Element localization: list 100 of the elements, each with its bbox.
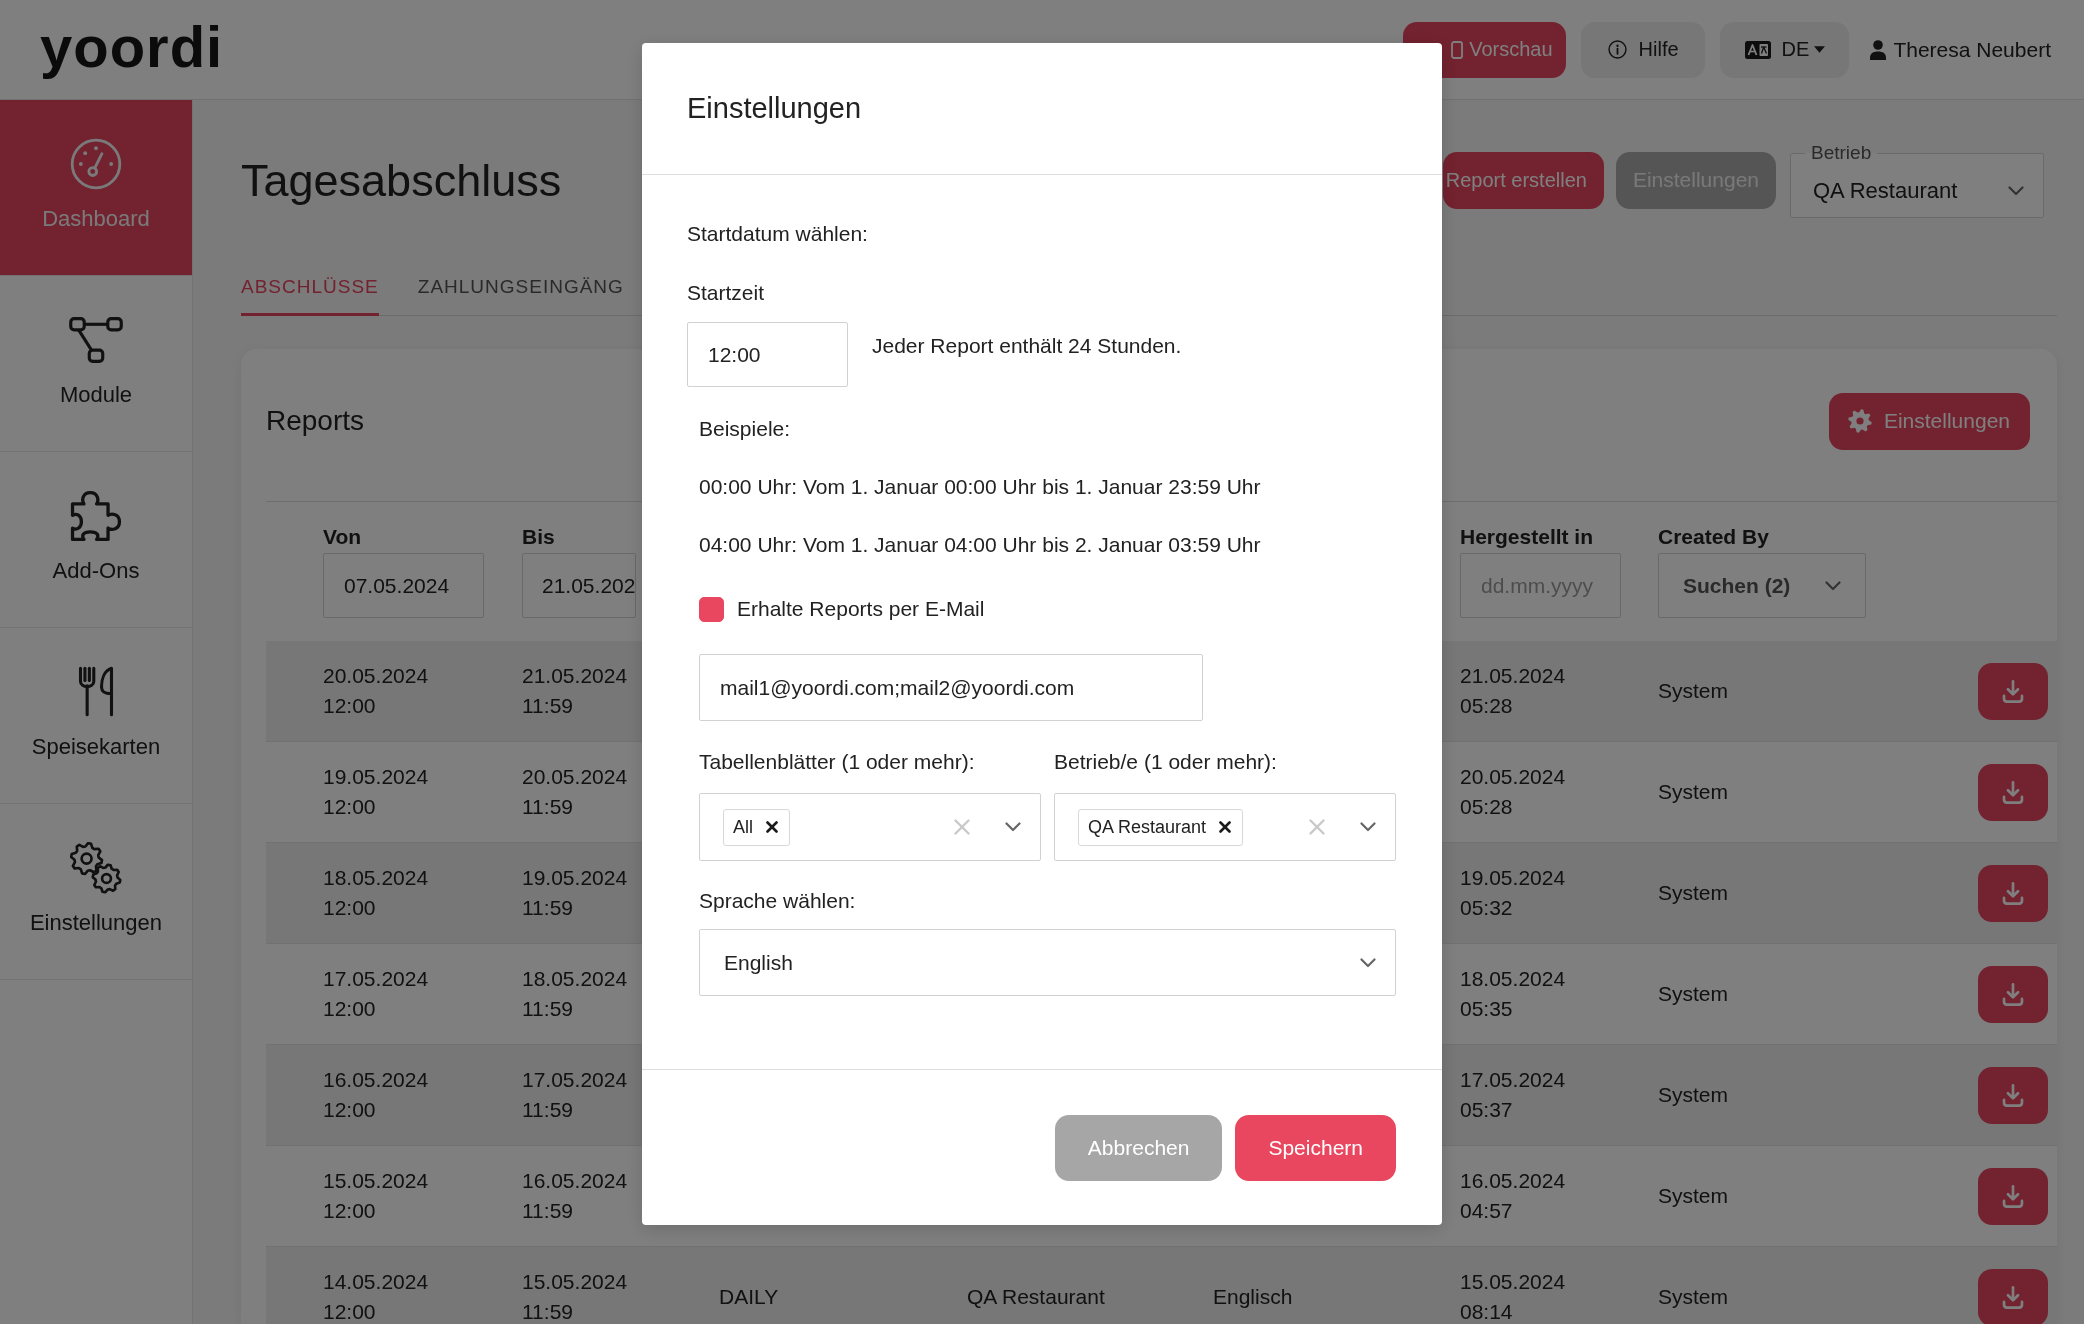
sidebar-item[interactable]: Dashboard [0, 100, 192, 276]
businesses-select[interactable]: QA Restaurant [1054, 793, 1396, 861]
field-label: Sprache wählen: [699, 888, 857, 914]
tab[interactable]: ABSCHLÜSSE [241, 275, 379, 316]
table-cell-text: System [1658, 880, 1729, 906]
table-cell-text: 18.05.2024 05:35 [1460, 966, 1566, 1022]
table-cell-text: 20.05.2024 11:59 [522, 764, 628, 820]
field-label: Tabellenblätter (1 oder mehr): [699, 749, 976, 775]
table-cell-text: 19.05.2024 12:00 [323, 764, 429, 820]
table-cell-text: Englisch [1213, 1284, 1294, 1310]
table-cell-text: 20.05.2024 05:28 [1460, 764, 1566, 820]
dialog-title: Einstellungen [687, 92, 862, 125]
example-text: 04:00 Uhr: Vom 1. Januar 04:00 Uhr bis 2. Januar 03:59 Uhr [699, 532, 1262, 558]
table-cell-text: 18.05.2024 12:00 [323, 865, 429, 921]
table-cell-text: 17.05.2024 12:00 [323, 966, 429, 1022]
section-label: Startdatum wählen: [687, 221, 869, 247]
remove-icon[interactable] [1219, 821, 1232, 833]
tag-label: All [733, 816, 753, 838]
save-button[interactable]: Speichern [1235, 1115, 1396, 1181]
download-icon [2002, 1083, 2024, 1107]
column-heading: Hergestellt in [1460, 524, 1594, 549]
page-title: Tagesabschluss [241, 153, 562, 208]
example-text: 00:00 Uhr: Vom 1. Januar 00:00 Uhr bis 1. Januar 23:59 Uhr [699, 474, 1262, 500]
table-cell-text: 19.05.2024 05:32 [1460, 865, 1566, 921]
date-filter-input[interactable]: 21.05.202 [522, 553, 636, 618]
chevron-down-icon[interactable] [1825, 580, 1841, 591]
table-cell-text: 16.05.2024 04:57 [1460, 1168, 1566, 1224]
gears-icon [70, 842, 122, 894]
table-cell-text: DAILY [719, 1284, 780, 1310]
sidebar-item[interactable]: Einstellungen [0, 804, 192, 980]
date-filter-input[interactable]: 07.05.2024 [323, 553, 484, 618]
column-heading: Created By [1658, 524, 1769, 549]
user-icon [1870, 39, 1887, 60]
nodes-icon [69, 317, 123, 363]
table-cell-text: System [1658, 1183, 1729, 1209]
chevron-down-icon[interactable] [2008, 185, 2024, 196]
tab[interactable]: ZAHLUNGSEINGÄNG [417, 275, 624, 316]
table-cell-text: System [1658, 1082, 1729, 1108]
business-select[interactable]: QA Restaurant [1791, 164, 2043, 217]
create-report-button[interactable]: Report erstellen [1442, 151, 1604, 209]
download-icon [2002, 1285, 2024, 1309]
download-button[interactable] [1978, 965, 2048, 1023]
table-cell-text: 15.05.2024 11:59 [522, 1269, 628, 1324]
download-button[interactable] [1978, 1066, 2048, 1124]
table-cell-text: 17.05.2024 05:37 [1460, 1067, 1566, 1123]
settings-button[interactable]: Einstellungen [1828, 392, 2030, 450]
download-icon [2002, 679, 2024, 703]
chevron-down-icon[interactable] [1360, 822, 1376, 832]
device-icon [1451, 40, 1464, 59]
download-button[interactable] [1978, 662, 2048, 720]
table-cell-text: 19.05.2024 11:59 [522, 865, 628, 921]
table-cell-text: 20.05.2024 12:00 [323, 663, 429, 719]
table-cell-text: 15.05.2024 08:14 [1460, 1269, 1566, 1324]
sidebar-item[interactable]: Module [0, 276, 192, 452]
download-icon [2002, 982, 2024, 1006]
remove-icon[interactable] [766, 821, 778, 833]
download-icon [2002, 881, 2024, 905]
checkbox-label: Erhalte Reports per E-Mail [737, 596, 985, 622]
table-cell-text: 21.05.2024 05:28 [1460, 663, 1566, 719]
clear-icon[interactable] [954, 819, 970, 835]
table-cell-text: 16.05.2024 12:00 [323, 1067, 429, 1123]
table-cell-text: System [1658, 779, 1729, 805]
cutlery-icon [77, 666, 115, 718]
download-button[interactable] [1978, 864, 2048, 922]
table-cell-text: 21.05.2024 11:59 [522, 663, 628, 719]
info-icon [1607, 40, 1627, 59]
language-menu[interactable]: DE [1719, 21, 1850, 78]
sheets-select[interactable]: All [699, 793, 1041, 861]
table-cell-text: 15.05.2024 12:00 [323, 1168, 429, 1224]
download-icon [2002, 1184, 2024, 1208]
clear-icon[interactable] [1309, 819, 1325, 835]
column-heading: Bis [522, 524, 555, 549]
filter-select[interactable]: Suchen (2) [1658, 553, 1866, 618]
chevron-down-icon[interactable] [1005, 822, 1021, 832]
download-icon [2002, 780, 2024, 804]
table-cell-text: 17.05.2024 11:59 [522, 1067, 628, 1123]
table-cell-text: System [1658, 1284, 1729, 1310]
puzzle-icon [70, 490, 122, 542]
examples-heading: Beispiele: [699, 416, 792, 442]
sidebar-item[interactable]: Add-Ons [0, 452, 192, 628]
user-name[interactable]: Theresa Neubert [1893, 37, 2051, 62]
table-cell-text: 18.05.2024 11:59 [522, 966, 628, 1022]
tag-label: QA Restaurant [1088, 816, 1207, 838]
sidebar-item[interactable]: Speisekarten [0, 628, 192, 804]
column-heading: Von [323, 524, 362, 549]
chevron-down-icon[interactable] [1360, 957, 1376, 968]
language-select[interactable]: English [699, 929, 1396, 996]
caret-icon [1814, 46, 1826, 53]
table-cell-text: 16.05.2024 11:59 [522, 1168, 628, 1224]
checkbox[interactable] [699, 596, 724, 622]
field-label: Startzeit [687, 280, 766, 306]
help-button[interactable]: Hilfe [1580, 21, 1705, 78]
download-button[interactable] [1978, 1167, 2048, 1225]
cancel-button[interactable]: Abbrechen [1054, 1115, 1223, 1181]
time-input[interactable]: 12:00 [687, 322, 848, 387]
email-input[interactable]: mail1@yoordi.com;mail2@yoordi.com [699, 654, 1203, 721]
field-label: Betrieb/e (1 oder mehr): [1054, 749, 1278, 775]
download-button[interactable] [1978, 1268, 2048, 1324]
card-title: Reports [266, 405, 365, 437]
download-button[interactable] [1978, 763, 2048, 821]
